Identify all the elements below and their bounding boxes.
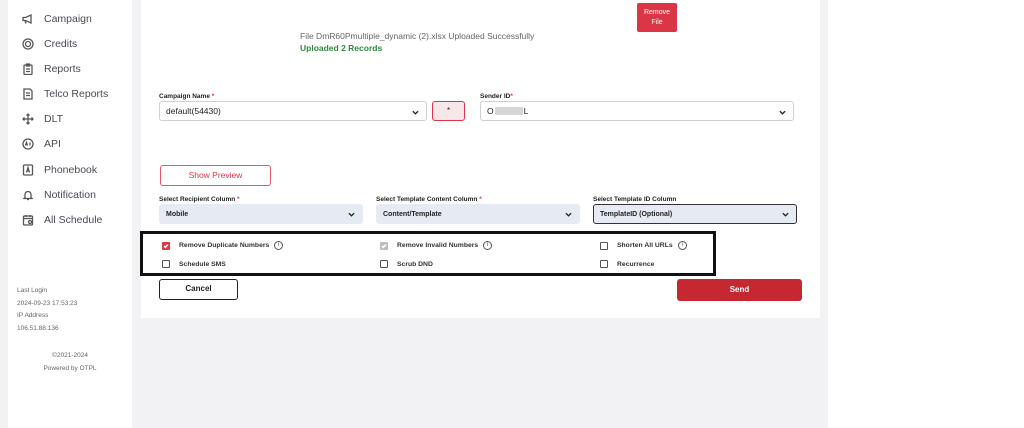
- campaign-name-label: Campaign Name *: [159, 93, 215, 100]
- remove-invalid-checkbox[interactable]: [380, 241, 388, 250]
- sidebar-item-label: DLT: [44, 113, 64, 125]
- chevron-down-icon: [565, 211, 572, 218]
- scrub-dnd-checkbox[interactable]: [380, 260, 388, 268]
- recipient-column-select[interactable]: Mobile: [159, 204, 363, 224]
- sidebar-footer: ©2021-2024 Powered by OTPL: [8, 350, 132, 375]
- sidebar-item-all-schedule[interactable]: All Schedule: [22, 211, 102, 229]
- document-icon: [22, 88, 34, 100]
- scrub-dnd-option[interactable]: Scrub DND: [380, 260, 433, 268]
- shorten-urls-option[interactable]: Shorten All URLs i: [600, 241, 687, 250]
- sidebar-item-api[interactable]: API: [22, 135, 61, 153]
- sidebar-item-label: API: [44, 138, 61, 150]
- last-login-value: 2024-09-23 17:53:23: [17, 299, 78, 307]
- template-content-select[interactable]: Content/Template: [376, 204, 580, 224]
- info-icon[interactable]: i: [274, 241, 284, 250]
- add-campaign-button[interactable]: *: [432, 101, 465, 121]
- sidebar-item-campaign[interactable]: Campaign: [22, 10, 92, 28]
- sidebar-item-label: Campaign: [44, 13, 92, 25]
- options-highlight-box: [140, 231, 716, 276]
- remove-invalid-option[interactable]: Remove Invalid Numbers i: [380, 241, 493, 250]
- remove-invalid-label: Remove Invalid Numbers: [397, 242, 479, 249]
- info-icon[interactable]: i: [677, 241, 687, 250]
- shorten-urls-label: Shorten All URLs: [617, 242, 673, 249]
- recipient-column-value: Mobile: [166, 210, 189, 218]
- sidebar-item-label: Phonebook: [44, 164, 98, 176]
- bell-icon: [22, 189, 34, 201]
- send-button[interactable]: Send: [677, 279, 802, 301]
- required-mark: *: [510, 93, 513, 100]
- uploaded-records-count: Uploaded 2 Records: [300, 43, 383, 53]
- sender-id-select[interactable]: O L: [480, 101, 794, 121]
- campaign-name-value: default(54430): [166, 106, 221, 116]
- sender-id-value-end: L: [523, 106, 529, 116]
- phonebook-icon: [22, 164, 34, 176]
- sidebar-item-label: Notification: [44, 189, 96, 201]
- template-id-value: TemplateID (Optional): [600, 210, 673, 218]
- template-id-select[interactable]: TemplateID (Optional): [593, 204, 797, 224]
- required-mark: *: [237, 196, 240, 203]
- remove-duplicates-label: Remove Duplicate Numbers: [179, 242, 270, 249]
- required-mark: *: [211, 93, 215, 100]
- sidebar-item-notification[interactable]: Notification: [22, 186, 96, 204]
- sidebar: Campaign Credits Reports Telco Reports D…: [8, 0, 132, 428]
- api-icon: [22, 138, 34, 150]
- chevron-down-icon: [412, 108, 419, 115]
- chevron-down-icon: [779, 108, 786, 115]
- sidebar-item-label: Reports: [44, 63, 81, 75]
- copyright: ©2021-2024: [52, 352, 88, 359]
- sender-id-label: Sender ID*: [480, 93, 513, 100]
- template-content-label: Select Template Content Column *: [376, 196, 482, 203]
- chevron-down-icon: [348, 211, 355, 218]
- ip-value: 106.51.88.136: [17, 324, 59, 332]
- schedule-sms-checkbox[interactable]: [162, 260, 170, 268]
- coin-icon: [22, 38, 34, 50]
- show-preview-button[interactable]: Show Preview: [160, 165, 271, 186]
- required-mark: *: [479, 196, 482, 203]
- schedule-sms-label: Schedule SMS: [179, 260, 226, 268]
- recipient-column-label: Select Recipient Column *: [159, 196, 240, 203]
- cancel-button[interactable]: Cancel: [159, 279, 238, 300]
- template-id-label: Select Template ID Column: [593, 196, 677, 203]
- ip-label: IP Address: [17, 312, 49, 319]
- remove-duplicates-option[interactable]: Remove Duplicate Numbers i: [162, 241, 284, 250]
- recurrence-option[interactable]: Recurrence: [600, 260, 654, 268]
- recurrence-checkbox[interactable]: [600, 260, 608, 268]
- template-content-value: Content/Template: [383, 210, 442, 218]
- megaphone-icon: [22, 13, 34, 25]
- scrub-dnd-label: Scrub DND: [397, 260, 433, 268]
- clipboard-icon: [22, 63, 34, 75]
- sender-id-value-start: O: [487, 106, 494, 116]
- move-icon: [22, 113, 34, 125]
- recurrence-label: Recurrence: [617, 260, 655, 268]
- sidebar-item-label: Telco Reports: [44, 88, 109, 100]
- sidebar-item-label: All Schedule: [44, 214, 103, 226]
- remove-duplicates-checkbox[interactable]: [162, 241, 170, 250]
- sidebar-item-credits[interactable]: Credits: [22, 35, 77, 53]
- last-login-label: Last Login: [17, 287, 47, 294]
- right-panel: [828, 0, 1024, 428]
- sidebar-item-telco-reports[interactable]: Telco Reports: [22, 85, 108, 103]
- sidebar-item-phonebook[interactable]: Phonebook: [22, 161, 97, 179]
- upload-success-message: File DmR60Pmultiple_dynamic (2).xlsx Upl…: [300, 31, 535, 41]
- remove-file-button[interactable]: Remove File: [637, 3, 677, 32]
- login-info: Last Login 2024-09-23 17:53:23 IP Addres…: [17, 285, 77, 335]
- chevron-down-icon: [782, 211, 789, 218]
- info-icon[interactable]: i: [483, 241, 493, 250]
- sidebar-item-reports[interactable]: Reports: [22, 60, 81, 78]
- redacted-text: [494, 107, 523, 115]
- shorten-urls-checkbox[interactable]: [600, 241, 608, 250]
- campaign-name-select[interactable]: default(54430): [159, 101, 427, 121]
- powered-by: Powered by OTPL: [43, 364, 97, 372]
- sidebar-item-dlt[interactable]: DLT: [22, 110, 63, 128]
- calendar-icon: [22, 214, 34, 226]
- sidebar-item-label: Credits: [44, 38, 78, 50]
- schedule-sms-option[interactable]: Schedule SMS: [162, 260, 226, 268]
